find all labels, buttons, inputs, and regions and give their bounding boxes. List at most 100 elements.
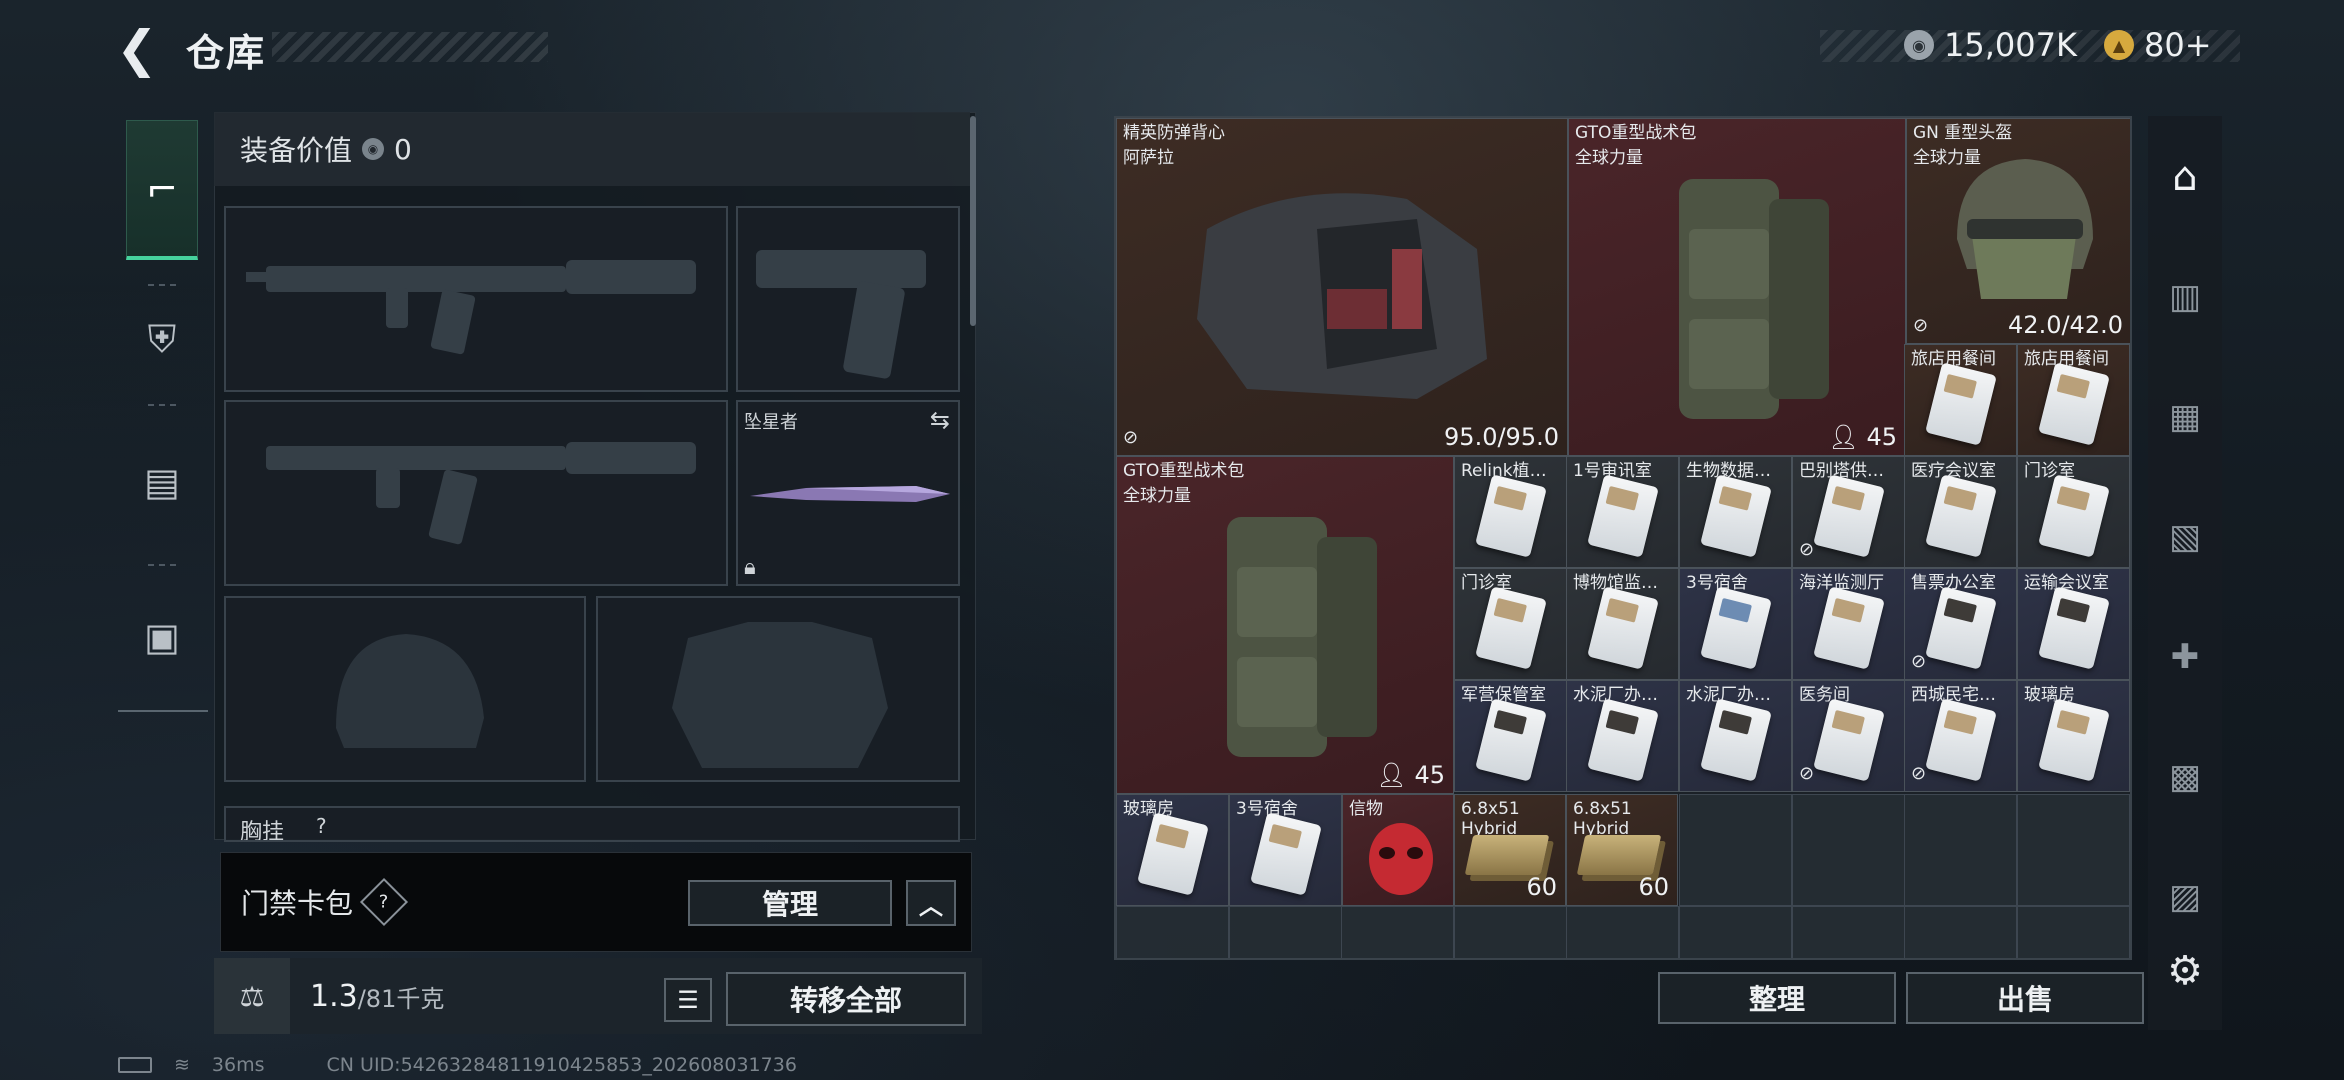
no-insurance-icon: ⊘	[1799, 539, 1815, 560]
empty-grid-cell[interactable]	[1679, 794, 1792, 906]
container-v-icon[interactable]: ▩	[2160, 752, 2210, 802]
back-icon[interactable]: ❮	[116, 24, 162, 74]
container-iii-icon[interactable]: ▦	[2160, 392, 2210, 442]
ping-value: 36ms	[211, 1054, 265, 1076]
empty-grid-cell[interactable]	[1792, 794, 1905, 906]
item-keycard[interactable]: 玻璃房	[1116, 794, 1229, 906]
sort-button[interactable]: 整理	[1658, 972, 1896, 1024]
item-capacity: 👤︎ 45	[1828, 423, 1897, 451]
item-keycard[interactable]: 水泥厂办…	[1679, 680, 1792, 792]
helmet-icon	[1957, 159, 2093, 299]
item-keycard[interactable]: 医疗会议室	[1904, 456, 2017, 568]
item-name: 6.8x51 Hybrid	[1573, 799, 1632, 839]
swap-icon[interactable]: ⇆	[930, 406, 950, 434]
item-keycard[interactable]: 军营保管室	[1454, 680, 1567, 792]
currency-main: ◉ 15,007K	[1904, 26, 2077, 64]
no-insurance-icon: ⊘	[1799, 763, 1815, 784]
rifle-silhouette-icon	[266, 442, 696, 545]
item-keycard[interactable]: 玻璃房	[2017, 680, 2130, 792]
help-icon[interactable]: ?	[359, 877, 409, 927]
manage-button[interactable]: 管理	[688, 880, 892, 926]
item-keycard[interactable]: 门诊室	[1454, 568, 1567, 680]
melee-slot[interactable]: 坠星者 ⇆ 🔒︎	[736, 400, 960, 586]
item-name: 精英防弹背心	[1123, 123, 1225, 143]
item-capacity: 👤︎ 45	[1376, 761, 1445, 789]
item-token[interactable]: 信物	[1342, 794, 1454, 906]
item-backpack-2[interactable]: GTO重型战术包 全球力量 👤︎ 45	[1116, 456, 1454, 794]
item-ammo-1[interactable]: 6.8x51 Hybrid 60	[1454, 794, 1566, 906]
container-iii-b-icon[interactable]: ▧	[2160, 512, 2210, 562]
battery-icon	[118, 1057, 152, 1073]
item-keycard[interactable]: 1号审讯室	[1566, 456, 1679, 568]
empty-grid-cell[interactable]	[1792, 906, 1905, 958]
empty-grid-cell[interactable]	[1229, 906, 1342, 958]
item-keycard[interactable]: 运输会议室	[2017, 568, 2130, 680]
empty-grid-cell[interactable]	[1566, 906, 1679, 958]
coin-icon: ◉	[1904, 30, 1934, 60]
wifi-icon: ≋	[174, 1054, 190, 1076]
keycard-icon	[1812, 586, 1885, 671]
page-title: 仓库	[186, 31, 267, 75]
empty-grid-cell[interactable]	[1904, 906, 2017, 958]
item-count: 60	[1526, 873, 1557, 901]
item-keycard[interactable]: 医务间 ⊘	[1792, 680, 1905, 792]
keycard-icon	[1474, 586, 1547, 671]
keycard-icon	[2037, 586, 2110, 671]
item-keycard[interactable]: 博物馆监…	[1566, 568, 1679, 680]
item-keycard[interactable]: 生物数据…	[1679, 456, 1792, 568]
item-keycard[interactable]: 3号宿舍	[1229, 794, 1342, 906]
list-icon[interactable]: ☰	[664, 978, 712, 1022]
sidearm-slot[interactable]	[736, 206, 960, 392]
collapse-chevron-icon[interactable]: ︿	[906, 880, 956, 926]
empty-grid-cell[interactable]	[1679, 906, 1792, 958]
empty-grid-cell[interactable]	[1904, 794, 2017, 906]
vest-silhouette-icon	[672, 622, 888, 768]
tab-backpack[interactable]: ▤	[126, 412, 198, 552]
panel-scrollbar[interactable]	[970, 116, 976, 326]
empty-grid-cell[interactable]	[1454, 906, 1567, 958]
armor-slot[interactable]	[596, 596, 960, 782]
transfer-all-button[interactable]: 转移全部	[726, 972, 966, 1026]
item-keycard[interactable]: 售票办公室 ⊘	[1904, 568, 2017, 680]
settings-gear-icon[interactable]: ⚙	[2160, 946, 2210, 996]
item-backpack-1[interactable]: GTO重型战术包 全球力量 👤︎ 45	[1568, 118, 1906, 456]
keycard-icon	[1699, 474, 1772, 559]
item-keycard[interactable]: 旅店用餐间	[2017, 344, 2130, 456]
helmet-slot[interactable]	[224, 596, 586, 782]
item-keycard[interactable]: 海洋监测厅	[1792, 568, 1905, 680]
item-keycard[interactable]: 门诊室	[2017, 456, 2130, 568]
item-keycard[interactable]: 西城民宅… ⊘	[1904, 680, 2017, 792]
container-iv-icon[interactable]: ▥	[2160, 272, 2210, 322]
item-armor-vest[interactable]: 精英防弹背心 阿萨拉 ⊘ 95.0/95.0	[1116, 118, 1568, 456]
knife-icon	[750, 486, 950, 502]
keycard-icon	[1474, 474, 1547, 559]
keycard-icon	[1586, 698, 1659, 783]
item-keycard[interactable]: 水泥厂办…	[1566, 680, 1679, 792]
container-iv-medical-icon[interactable]: ✚	[2160, 632, 2210, 682]
empty-grid-cell[interactable]	[2017, 794, 2130, 906]
item-keycard[interactable]: Relink植…	[1454, 456, 1567, 568]
tab-armor[interactable]: ⛨	[126, 304, 198, 374]
tab-toolbox[interactable]: ▣	[126, 582, 198, 692]
item-keycard[interactable]: 3号宿舍	[1679, 568, 1792, 680]
chest-rig-slot[interactable]: 胸挂 ?	[224, 806, 960, 842]
primary-weapon-slot-2[interactable]	[224, 400, 728, 586]
item-keycard[interactable]: 巴别塔供… ⊘	[1792, 456, 1905, 568]
item-keycard[interactable]: 旅店用餐间	[1904, 344, 2017, 456]
sell-button[interactable]: 出售	[1906, 972, 2144, 1024]
currency-premium[interactable]: ▲ 80+	[2104, 26, 2212, 64]
item-name: GN 重型头盔	[1913, 123, 2013, 143]
empty-grid-cell[interactable]	[1116, 906, 1229, 958]
container-iii-c-icon[interactable]: ▨	[2160, 872, 2210, 922]
keycard-icon	[1924, 362, 1997, 447]
chest-rig-label: 胸挂	[240, 820, 285, 842]
empty-grid-cell[interactable]	[2017, 906, 2130, 958]
backpack-icon	[1227, 517, 1377, 757]
keycard-icon	[2037, 474, 2110, 559]
tab-weapon[interactable]: ⌐	[126, 120, 198, 260]
empty-grid-cell[interactable]	[1341, 906, 1454, 958]
home-container-icon[interactable]: ⌂	[2160, 152, 2210, 202]
item-helmet[interactable]: GN 重型头盔 全球力量 ⊘ 42.0/42.0	[1906, 118, 2130, 344]
item-ammo-2[interactable]: 6.8x51 Hybrid 60	[1566, 794, 1678, 906]
primary-weapon-slot-1[interactable]	[224, 206, 728, 392]
